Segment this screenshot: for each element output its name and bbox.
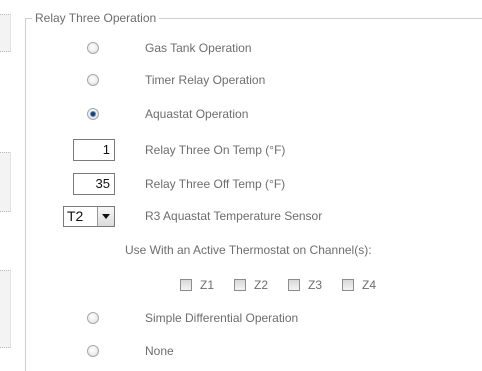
on-temp-label: Relay Three On Temp (°F) [145, 143, 286, 157]
relay-three-panel: Relay Three Operation Gas Tank Operation… [0, 0, 482, 371]
radio-timer-relay[interactable] [87, 74, 99, 86]
thermostat-label: Use With an Active Thermostat on Channel… [125, 243, 372, 257]
sensor-label: R3 Aquastat Temperature Sensor [145, 209, 323, 223]
checkbox-z3[interactable] [288, 279, 300, 291]
zone-z4[interactable]: Z4 [342, 278, 376, 292]
zone-label: Z3 [308, 278, 323, 292]
sensor-select-value: T2 [67, 208, 84, 224]
off-temp-label: Relay Three Off Temp (°F) [145, 177, 286, 191]
radio-gas-tank[interactable] [87, 42, 99, 54]
radio-none[interactable] [87, 345, 99, 357]
option-label: Gas Tank Operation [145, 41, 252, 55]
zone-label: Z1 [200, 278, 215, 292]
adjacent-panel-edge [0, 270, 11, 348]
checkbox-z2[interactable] [234, 279, 246, 291]
off-temp-input[interactable]: 35 [73, 173, 115, 195]
checkbox-z1[interactable] [180, 279, 192, 291]
option-label: Aquastat Operation [145, 107, 249, 121]
checkbox-z4[interactable] [342, 279, 354, 291]
chevron-down-icon[interactable] [97, 207, 114, 226]
option-label: Simple Differential Operation [145, 311, 299, 325]
fieldset-legend: Relay Three Operation [32, 11, 160, 25]
zone-label: Z2 [254, 278, 269, 292]
zone-z1[interactable]: Z1 [180, 278, 214, 292]
option-label: Timer Relay Operation [145, 73, 266, 87]
zone-label: Z4 [362, 278, 377, 292]
on-temp-input[interactable]: 1 [73, 139, 115, 161]
radio-aquastat[interactable] [87, 108, 99, 120]
zone-z3[interactable]: Z3 [288, 278, 322, 292]
zone-z2[interactable]: Z2 [234, 278, 268, 292]
adjacent-panel-edge [0, 14, 11, 52]
sensor-select[interactable]: T2 [63, 206, 115, 227]
option-label: None [145, 344, 174, 358]
adjacent-panel-edge [0, 152, 11, 212]
radio-simple-differential[interactable] [87, 312, 99, 324]
